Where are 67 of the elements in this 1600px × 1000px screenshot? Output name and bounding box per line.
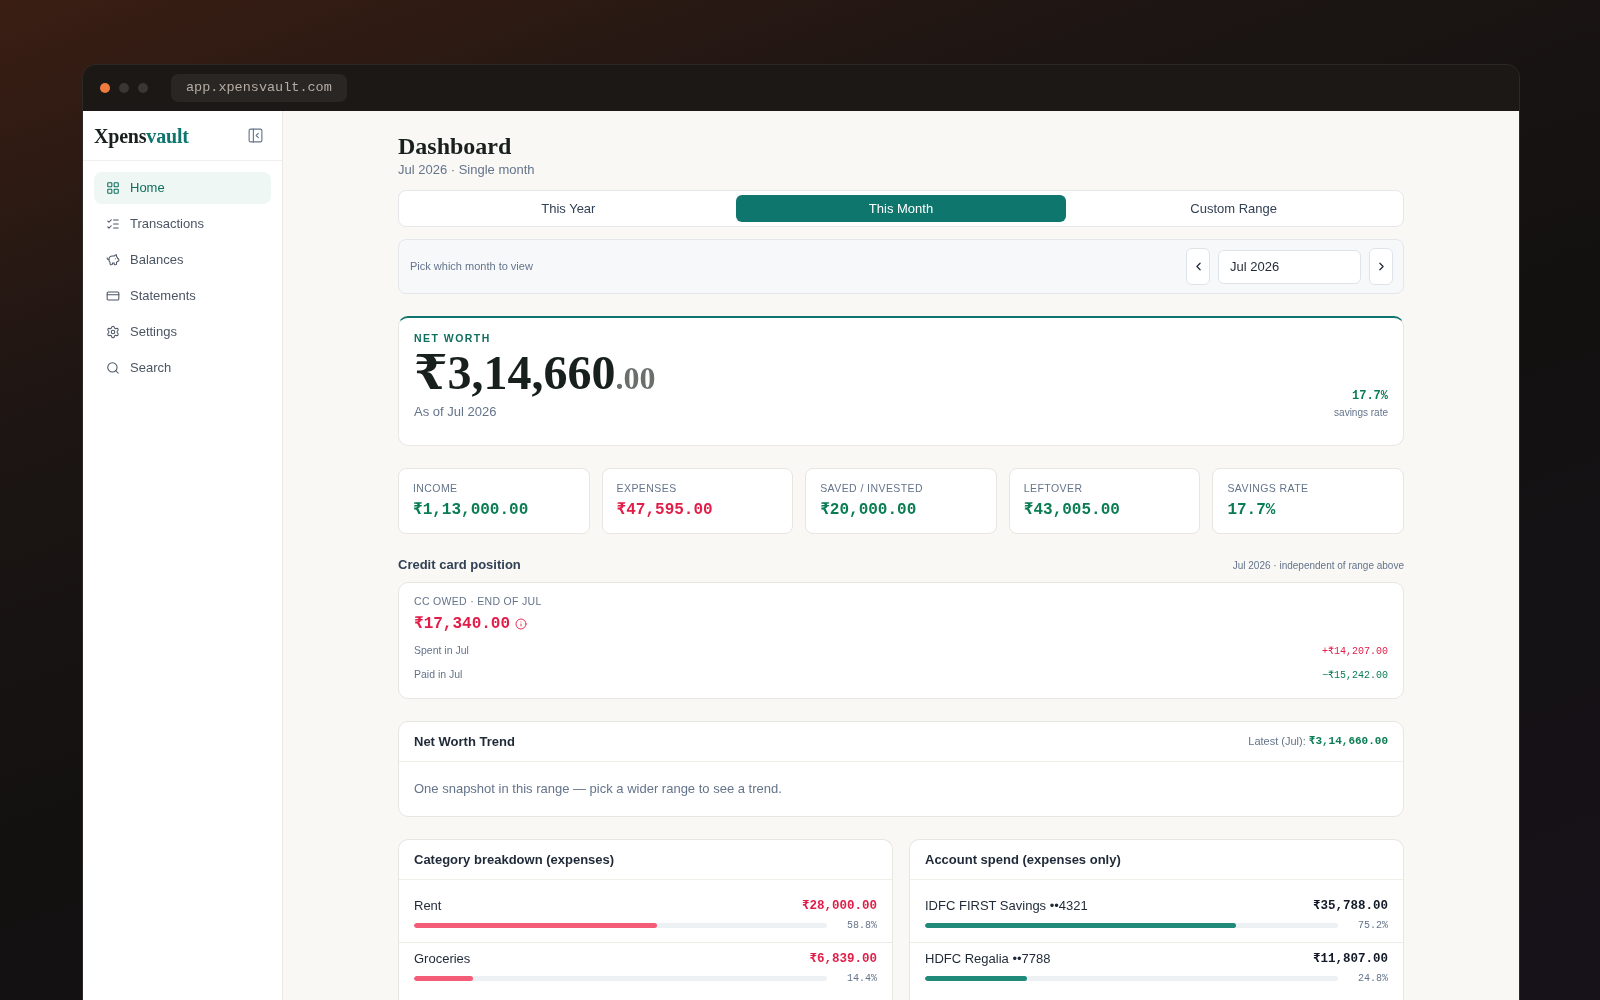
- nav-item[interactable]: Statements: [94, 280, 271, 312]
- row-percent: 14.4%: [846, 971, 877, 986]
- stat-label: EXPENSES: [616, 481, 678, 495]
- stat-value: 17.7%: [1227, 500, 1277, 521]
- search-icon: [106, 361, 120, 375]
- stat-value: ₹43,005.00: [1023, 500, 1121, 521]
- range-tab[interactable]: This Month: [735, 195, 1067, 222]
- cc-row-value: −₹15,242.00: [1321, 668, 1388, 683]
- nav-item[interactable]: Settings: [94, 316, 271, 348]
- row-name: IDFC FIRST Savings ••4321: [925, 897, 1088, 916]
- nav-item[interactable]: Search: [94, 352, 271, 384]
- row-name: Groceries: [414, 950, 471, 969]
- net-worth-as-of: As of Jul 2026: [414, 403, 498, 421]
- stat-label: LEFTOVER: [1023, 481, 1084, 495]
- row-percent: 75.2%: [1357, 918, 1388, 933]
- month-picker-hint: Pick which month to view: [410, 259, 533, 275]
- credit-card-icon: [106, 289, 120, 303]
- savings-rate-value: 17.7%: [1352, 388, 1388, 405]
- row-percent: 24.8%: [1357, 971, 1388, 986]
- page-title: Dashboard: [398, 132, 513, 161]
- stat-value: ₹20,000.00: [820, 500, 918, 521]
- grid-icon: [106, 181, 120, 195]
- month-field[interactable]: Jul 2026: [1218, 249, 1361, 284]
- cc-row-label: Paid in Jul: [414, 667, 463, 683]
- card-title: Account spend (expenses only): [925, 850, 1121, 869]
- latest-label: Latest (Jul):: [1248, 734, 1306, 750]
- stat-label: SAVINGS RATE: [1227, 481, 1310, 495]
- cc-owed-amount: ₹17,340.00: [414, 614, 511, 635]
- latest-value: ₹3,14,660.00: [1308, 734, 1388, 750]
- net-worth-label: NET WORTH: [414, 331, 492, 345]
- cc-row-label: Spent in Jul: [414, 643, 469, 659]
- cc-owed-label: CC OWED · END OF JUL: [414, 594, 543, 608]
- row-amount: ₹6,839.00: [809, 950, 877, 968]
- row-percent: 58.8%: [846, 918, 877, 933]
- stat-value: ₹1,13,000.00: [413, 500, 530, 521]
- stat-label: INCOME: [413, 481, 459, 495]
- settings-icon: [106, 325, 120, 339]
- row-name: HDFC Regalia ••7788: [925, 950, 1051, 969]
- savings-rate-label: savings rate: [1334, 406, 1388, 420]
- address-bar[interactable]: app.xpensvault.com: [171, 74, 347, 102]
- nav-item[interactable]: Balances: [94, 244, 271, 276]
- section-heading: Credit card position: [398, 556, 521, 573]
- panel-collapse-icon: [246, 127, 264, 144]
- cc-row-value: +₹14,207.00: [1321, 644, 1388, 659]
- row-amount: ₹11,807.00: [1312, 950, 1388, 968]
- collapse-sidebar-button[interactable]: [246, 126, 264, 145]
- range-tab[interactable]: This Year: [403, 195, 734, 222]
- page-subtitle: Jul 2026 · Single month: [398, 161, 536, 179]
- checklist-icon: [106, 217, 120, 231]
- row-amount: ₹28,000.00: [801, 897, 877, 915]
- row-amount: ₹35,788.00: [1312, 897, 1388, 915]
- stat-label: SAVED / INVESTED: [820, 481, 924, 495]
- nav-item[interactable]: Transactions: [94, 208, 271, 240]
- stat-value: ₹47,595.00: [616, 500, 714, 521]
- next-month-button[interactable]: [1369, 248, 1393, 285]
- logo: Xpensvault: [94, 123, 189, 148]
- info-icon[interactable]: [515, 618, 528, 630]
- nav-item[interactable]: Home: [94, 172, 271, 204]
- trend-message: One snapshot in this range — pick a wider range to see a trend.: [414, 780, 783, 798]
- previous-month-button[interactable]: [1186, 248, 1210, 285]
- card-title: Net Worth Trend: [414, 732, 515, 751]
- row-name: Rent: [414, 897, 442, 916]
- net-worth-amount: ₹3,14,660.00: [414, 349, 656, 401]
- piggy-bank-icon: [106, 253, 120, 267]
- section-note: Jul 2026 · independent of range above: [1232, 559, 1404, 573]
- card-title: Category breakdown (expenses): [414, 850, 615, 869]
- range-tab[interactable]: Custom Range: [1068, 195, 1399, 222]
